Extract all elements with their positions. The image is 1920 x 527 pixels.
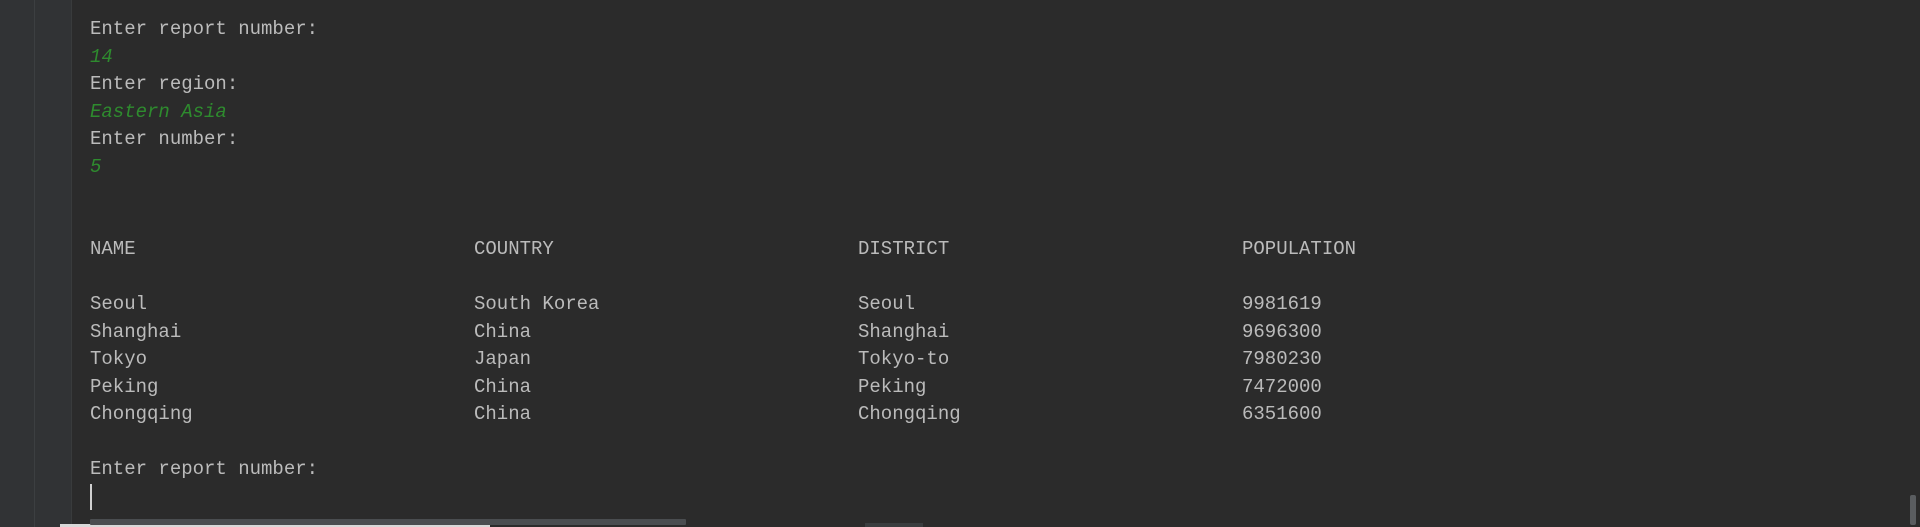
input-report-number: 14 <box>90 45 113 68</box>
cell-district: Chongqing <box>858 403 961 425</box>
cell-population: 9981619 <box>1242 293 1322 315</box>
header-population: POPULATION <box>1242 238 1357 260</box>
console-output[interactable]: Enter report number: 14 Enter region: Ea… <box>90 16 1890 511</box>
cell-population: 7472000 <box>1242 375 1322 398</box>
horizontal-scrollbar-segment[interactable] <box>865 523 923 527</box>
input-line[interactable] <box>90 483 1890 512</box>
table-row: Shanghai China Shanghai 9696300 <box>90 319 1890 347</box>
cell-population: 6351600 <box>1242 403 1322 425</box>
cell-name: Tokyo <box>90 348 148 370</box>
text-cursor <box>90 483 92 510</box>
cell-name: Peking <box>90 375 159 398</box>
cell-district: Seoul <box>858 293 916 315</box>
cell-population: 7980230 <box>1242 348 1322 370</box>
header-country: COUNTRY <box>474 238 554 260</box>
header-name: NAME <box>90 238 136 260</box>
cell-country: China <box>474 403 532 425</box>
table-row: Tokyo Japan Tokyo-to 7980230 <box>90 346 1890 374</box>
cell-country: China <box>474 320 532 343</box>
table-row: Peking China Peking 7472000 <box>90 374 1890 402</box>
input-region: Eastern Asia <box>90 100 227 123</box>
prompt-report-number: Enter report number: <box>90 18 319 40</box>
cell-district: Tokyo-to <box>858 348 950 370</box>
horizontal-scrollbar-thumb[interactable] <box>90 519 686 525</box>
prompt-report-number-2: Enter report number: <box>90 458 319 480</box>
header-district: DISTRICT <box>858 238 950 260</box>
cell-name: Chongqing <box>90 403 193 425</box>
cell-population: 9696300 <box>1242 320 1322 343</box>
table-header-row: NAME COUNTRY DISTRICT POPULATION <box>90 236 1890 264</box>
cell-country: Japan <box>474 348 532 370</box>
left-tool-gutter <box>0 0 35 527</box>
console-gutter <box>35 0 72 527</box>
vertical-scrollbar-thumb[interactable] <box>1910 495 1916 525</box>
cell-country: China <box>474 375 532 398</box>
table-row: Chongqing China Chongqing 6351600 <box>90 401 1890 429</box>
prompt-number: Enter number: <box>90 128 239 150</box>
cell-district: Shanghai <box>858 320 950 343</box>
table-row: Seoul South Korea Seoul 9981619 <box>90 291 1890 319</box>
cell-district: Peking <box>858 375 927 398</box>
cell-country: South Korea <box>474 293 600 315</box>
cell-name: Seoul <box>90 293 148 315</box>
cell-name: Shanghai <box>90 320 182 343</box>
input-number: 5 <box>90 155 102 178</box>
run-console-window: Enter report number: 14 Enter region: Ea… <box>0 0 1920 527</box>
prompt-region: Enter region: <box>90 73 239 95</box>
